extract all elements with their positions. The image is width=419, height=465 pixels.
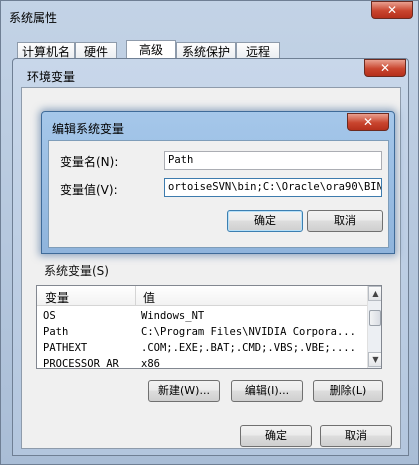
table-row[interactable]: PATHEXT .COM;.EXE;.BAT;.CMD;.VBS;.VBE;..…: [37, 340, 367, 356]
table-row[interactable]: Path C:\Program Files\NVIDIA Corpora...: [37, 324, 367, 340]
row-name: PROCESSOR_AR: [43, 358, 119, 369]
edit-variable-button[interactable]: 编辑(I)...: [231, 380, 303, 402]
row-value: .COM;.EXE;.BAT;.CMD;.VBS;.VBE;....: [141, 342, 356, 354]
table-row[interactable]: PROCESSOR_AR x86: [37, 356, 367, 369]
system-variables-list[interactable]: 变量 值 OS Windows_NT Path C:\Program Files…: [36, 285, 382, 369]
window-title: 系统属性: [9, 11, 58, 25]
close-icon: ✕: [362, 115, 374, 129]
table-row[interactable]: OS Windows_NT: [37, 308, 367, 324]
row-name: PATHEXT: [43, 342, 88, 354]
variable-value-label: 变量值(V):: [60, 183, 118, 197]
row-name: OS: [43, 310, 56, 322]
row-value: C:\Program Files\NVIDIA Corpora...: [141, 326, 356, 338]
variable-name-label: 变量名(N):: [60, 155, 119, 169]
edit-system-variable-dialog: 编辑系统变量 ✕ 变量名(N): Path 变量值(V): ortoiseSVN…: [41, 111, 395, 254]
dialog-title: 编辑系统变量: [52, 122, 125, 136]
close-icon: ✕: [386, 3, 398, 17]
column-header-value[interactable]: 值: [143, 289, 155, 306]
close-button[interactable]: ✕: [347, 113, 389, 131]
row-value: Windows_NT: [141, 310, 205, 322]
variable-value-field[interactable]: ortoiseSVN\bin;C:\Oracle\ora90\BIN\: [164, 178, 382, 197]
ok-button[interactable]: 确定: [240, 425, 312, 447]
column-header-variable[interactable]: 变量: [45, 289, 69, 306]
new-variable-button[interactable]: 新建(W)...: [148, 380, 220, 402]
arrow-up-icon: ▲: [372, 289, 379, 298]
close-button[interactable]: ✕: [371, 1, 413, 19]
dialog-ok-button[interactable]: 确定: [227, 210, 303, 232]
vertical-scrollbar[interactable]: ▲ ▼: [367, 286, 381, 368]
variable-name-field[interactable]: Path: [164, 151, 382, 170]
close-icon: ✕: [379, 61, 391, 75]
row-name: Path: [43, 326, 69, 338]
row-value: x86: [141, 358, 160, 369]
delete-variable-button[interactable]: 删除(L): [313, 380, 383, 402]
scroll-up-button[interactable]: ▲: [368, 286, 381, 301]
list-header: 变量 值: [37, 286, 367, 306]
close-button[interactable]: ✕: [364, 59, 406, 77]
scroll-down-button[interactable]: ▼: [368, 352, 381, 367]
cancel-button[interactable]: 取消: [320, 425, 392, 447]
system-variables-label: 系统变量(S): [44, 264, 109, 278]
arrow-down-icon: ▼: [372, 355, 379, 364]
scroll-thumb[interactable]: [369, 310, 381, 326]
variable-value-text: ortoiseSVN\bin;C:\Oracle\ora90\BIN\: [168, 181, 382, 193]
window-title: 环境变量: [27, 70, 76, 84]
dialog-cancel-button[interactable]: 取消: [307, 210, 383, 232]
column-divider[interactable]: [135, 286, 136, 306]
edit-dialog-panel: 变量名(N): Path 变量值(V): ortoiseSVN\bin;C:\O…: [48, 140, 389, 248]
